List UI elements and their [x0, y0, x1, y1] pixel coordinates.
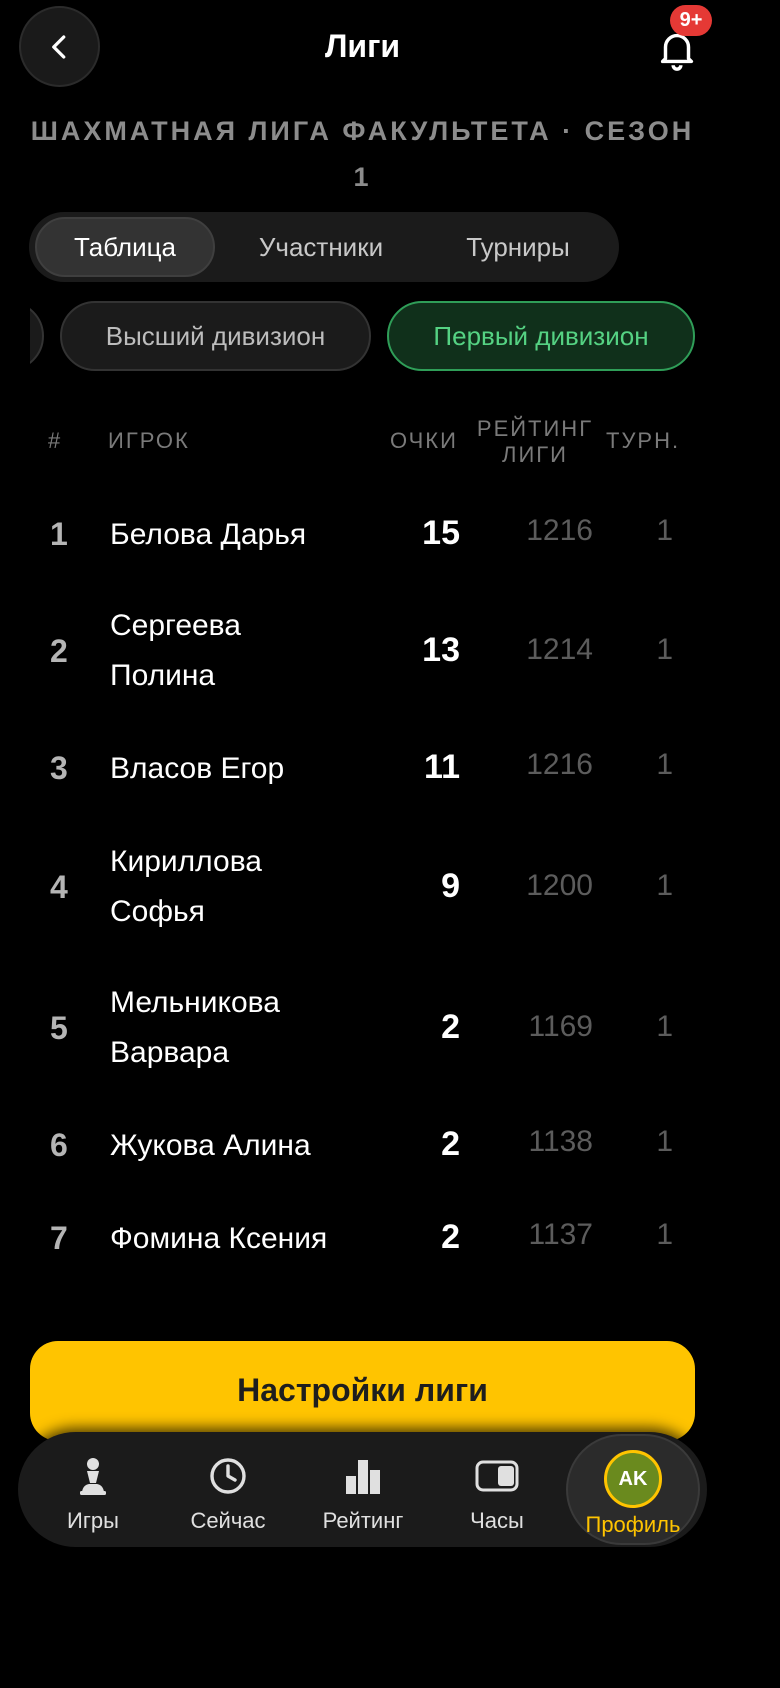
nav-item-games[interactable]: Игры [28, 1432, 158, 1547]
bottom-nav: Игры Сейчас Рейтинг Часы AK Профиль [18, 1432, 707, 1547]
player-name: Жукова Алина [110, 1129, 311, 1162]
player-points: 11 [424, 748, 460, 786]
tab-table[interactable]: Таблица [35, 217, 215, 277]
nav-item-clock[interactable]: Часы [432, 1432, 562, 1547]
clock-icon [206, 1454, 250, 1498]
league-settings-button[interactable]: Настройки лиги [30, 1341, 695, 1441]
chess-clock-icon [475, 1454, 519, 1498]
column-header-rank: # [48, 428, 63, 453]
nav-item-rating[interactable]: Рейтинг [298, 1432, 428, 1547]
division-selector: Высший дивизион Первый дивизион [30, 300, 725, 372]
nav-label-rating: Рейтинг [322, 1508, 404, 1533]
player-name: Фомина Ксения [110, 1222, 328, 1255]
player-name: Власов Егор [110, 752, 285, 785]
row-rank: 3 [50, 750, 68, 786]
table-row[interactable]: 1 Белова Дарья 15 1216 1 [0, 508, 725, 560]
bar-chart-icon [341, 1454, 385, 1498]
league-title: ШАХМАТНАЯ ЛИГА ФАКУЛЬТЕТА · СЕЗОН 1 [30, 116, 695, 192]
player-tournaments: 1 [656, 869, 673, 902]
column-header-rating: РЕЙТИНГ ЛИГИ [476, 416, 594, 467]
table-row[interactable]: 7 Фомина Ксения 2 1137 1 [0, 1212, 725, 1264]
player-points: 15 [422, 514, 460, 552]
division-chip-hidden[interactable] [30, 301, 44, 371]
player-rating: 1138 [528, 1125, 593, 1158]
pawn-icon [71, 1454, 115, 1498]
view-tabs: Таблица Участники Турниры [29, 212, 619, 282]
player-tournaments: 1 [656, 514, 673, 547]
nav-item-profile[interactable]: AK Профиль [566, 1434, 700, 1545]
table-row[interactable]: 5 Мельникова Варвара 2 1169 1 [0, 977, 725, 1077]
player-tournaments: 1 [656, 633, 673, 666]
notification-badge: 9+ [670, 5, 712, 36]
player-rating: 1200 [526, 869, 593, 902]
table-row[interactable]: 4 Кириллова Софья 9 1200 1 [0, 836, 725, 936]
table-row[interactable]: 2 Сергеева Полина 13 1214 1 [0, 600, 725, 700]
player-rating: 1137 [528, 1218, 593, 1251]
row-rank: 2 [50, 633, 68, 669]
player-name: Кириллова Софья [110, 845, 262, 928]
tab-tournaments[interactable]: Турниры [425, 217, 611, 277]
division-chip-top[interactable]: Высший дивизион [60, 301, 371, 371]
player-points: 2 [441, 1008, 460, 1046]
player-points: 9 [441, 867, 460, 905]
player-points: 2 [441, 1218, 460, 1256]
player-name: Белова Дарья [110, 518, 307, 551]
player-points: 2 [441, 1125, 460, 1163]
column-header-points: ОЧКИ [390, 428, 458, 453]
nav-label-clock: Часы [470, 1508, 524, 1533]
row-rank: 6 [50, 1127, 68, 1163]
player-rating: 1169 [528, 1010, 593, 1043]
player-rating: 1216 [526, 748, 593, 781]
table-row[interactable]: 6 Жукова Алина 2 1138 1 [0, 1119, 725, 1171]
player-tournaments: 1 [656, 1010, 673, 1043]
column-header-tournaments: ТУРН. [606, 428, 681, 453]
nav-label-games: Игры [67, 1508, 119, 1533]
nav-item-now[interactable]: Сейчас [163, 1432, 293, 1547]
division-chip-first[interactable]: Первый дивизион [387, 301, 695, 371]
tab-participants[interactable]: Участники [229, 217, 413, 277]
nav-label-profile: Профиль [585, 1512, 681, 1537]
player-rating: 1214 [526, 633, 593, 666]
player-tournaments: 1 [656, 1125, 673, 1158]
player-points: 13 [422, 631, 460, 669]
top-bar: Лиги 9+ [0, 0, 725, 96]
page-title: Лиги [324, 28, 401, 64]
avatar: AK [604, 1450, 662, 1508]
player-tournaments: 1 [656, 748, 673, 781]
nav-label-now: Сейчас [190, 1508, 266, 1533]
player-name: Мельникова Варвара [110, 986, 280, 1069]
row-rank: 1 [50, 516, 68, 552]
player-tournaments: 1 [656, 1218, 673, 1251]
row-rank: 7 [50, 1220, 68, 1256]
column-header-player: ИГРОК [108, 428, 190, 453]
player-rating: 1216 [526, 514, 593, 547]
table-row[interactable]: 3 Власов Егор 11 1216 1 [0, 742, 725, 794]
player-name: Сергеева Полина [110, 609, 241, 692]
row-rank: 5 [50, 1010, 68, 1046]
row-rank: 4 [50, 869, 68, 905]
